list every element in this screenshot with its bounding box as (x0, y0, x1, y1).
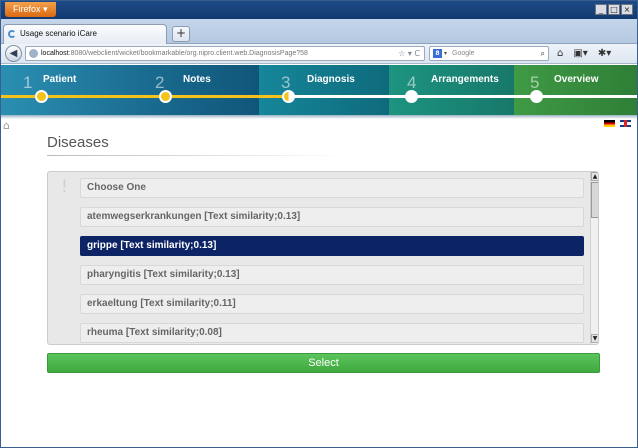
back-button[interactable]: ◀ (5, 45, 22, 62)
english-flag-icon[interactable] (620, 120, 631, 127)
tab-strip: Usage scenario iCare + (1, 19, 637, 44)
maximize-button[interactable]: □ (608, 4, 620, 15)
step-2-dot[interactable] (159, 90, 172, 103)
select-button[interactable]: Select (47, 353, 600, 373)
list-item[interactable]: Choose One (80, 178, 584, 198)
list-item[interactable]: rheuma [Text similarity;0.08] (80, 323, 584, 343)
step-1-number: 1 (23, 73, 33, 92)
title-bar: Firefox ▾ _ □ × (1, 1, 637, 19)
list-item[interactable]: pharyngitis [Text similarity;0.13] (80, 265, 584, 285)
step-3-label: Diagnosis (307, 74, 355, 85)
step-5-label: Overview (554, 74, 599, 85)
step-3-dot[interactable] (282, 90, 295, 103)
search-placeholder: Google (452, 50, 475, 57)
search-icon[interactable]: ⌕ (541, 47, 545, 60)
german-flag-icon[interactable] (604, 120, 615, 127)
step-2-label: Notes (183, 74, 211, 85)
list-item[interactable]: atemwegserkrankungen [Text similarity;0.… (80, 207, 584, 227)
listbox-scrollbar[interactable]: ▲ ▼ (590, 172, 598, 344)
list-item-selected[interactable]: grippe [Text similarity;0.13] (80, 236, 584, 256)
home-button-icon[interactable]: ⌂ (557, 46, 563, 61)
step-1-segment[interactable]: 1 Patient (1, 65, 139, 115)
scrollbar-thumb[interactable] (591, 182, 598, 218)
wizard-shadow (1, 115, 637, 119)
new-tab-button[interactable]: + (172, 26, 190, 42)
title-divider (47, 155, 347, 156)
firefox-menu-button[interactable]: Firefox ▾ (5, 2, 56, 17)
url-bar[interactable]: localhost:8080/webclient/wicket/bookmark… (25, 46, 425, 61)
step-5-dot[interactable] (530, 90, 543, 103)
step-1-dot[interactable] (35, 90, 48, 103)
search-engine-dropdown-icon[interactable]: ▾ (444, 47, 447, 60)
tab-active[interactable]: Usage scenario iCare (3, 24, 167, 44)
step-4-dot[interactable] (405, 90, 418, 103)
search-engine-icon[interactable]: 8 (433, 49, 442, 58)
home-icon[interactable]: ⌂ (3, 119, 10, 132)
progress-line-todo (289, 95, 637, 98)
window-controls: _ □ × (595, 4, 633, 15)
step-2-segment[interactable]: 2 Notes (139, 65, 259, 115)
wizard-steps: 1 Patient 2 Notes 3 Diagnosis 4 Arrangem… (1, 65, 637, 115)
step-1-label: Patient (43, 74, 77, 85)
loading-icon (8, 30, 16, 38)
url-text: localhost:8080/webclient/wicket/bookmark… (41, 50, 308, 57)
disease-listbox[interactable]: ! Choose One atemwegserkrankungen [Text … (47, 171, 599, 345)
window-menu-icon[interactable]: ▣▾ (573, 46, 587, 61)
step-3-segment[interactable]: 3 Diagnosis (259, 65, 389, 115)
toolbar-icons: ⌂ ▣▾ ✱▾ (557, 46, 611, 61)
site-identity-icon[interactable] (29, 49, 38, 58)
url-actions[interactable]: ☆ ▾ C (398, 47, 420, 60)
warning-icon: ! (61, 177, 68, 197)
addons-icon[interactable]: ✱▾ (598, 46, 611, 61)
search-bar[interactable]: 8 ▾ Google ⌕ (429, 46, 549, 61)
tab-title: Usage scenario iCare (20, 29, 97, 38)
page-title: Diseases (47, 134, 109, 151)
scroll-up-icon[interactable]: ▲ (591, 172, 598, 181)
navigation-bar: ◀ localhost:8080/webclient/wicket/bookma… (1, 44, 637, 64)
close-button[interactable]: × (621, 4, 633, 15)
list-item[interactable]: erkaeltung [Text similarity;0.11] (80, 294, 584, 314)
browser-window: Firefox ▾ _ □ × Usage scenario iCare + ◀… (0, 0, 638, 448)
scroll-down-icon[interactable]: ▼ (591, 334, 598, 343)
minimize-button[interactable]: _ (595, 4, 607, 15)
step-4-label: Arrangements (431, 74, 499, 85)
